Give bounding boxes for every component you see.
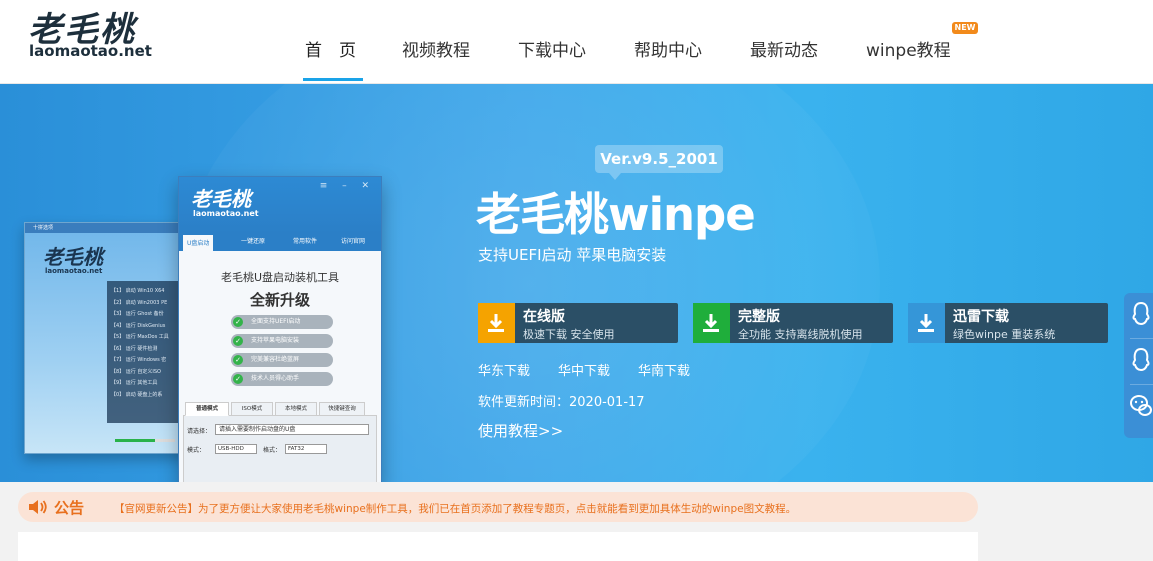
download-icon (478, 303, 515, 343)
nav-help-center[interactable]: 帮助中心 (634, 36, 702, 61)
boot-menu-screenshot: 十拼选项 老毛桃 laomaotao.net 【1】 启动 Win10 X64 … (24, 222, 195, 454)
product-window-logo-domain: laomaotao.net (193, 209, 259, 218)
mode-label: 模式： (187, 447, 206, 454)
content-area (18, 532, 978, 561)
feature-pill: ✓ 支持苹果电脑安装 (231, 334, 333, 348)
product-window-header: 老毛桃 laomaotao.net ≡ – ✕ (179, 177, 381, 233)
download-thunder-desc: 绿色winpe 重装系统 (953, 328, 1056, 341)
nav-active-indicator (303, 78, 363, 81)
usb-select: 请插入需要制作启动盘的U盘 (215, 424, 369, 435)
download-thunder-title: 迅雷下载 (953, 309, 1009, 325)
boot-progress-bar (115, 439, 175, 442)
nav-home[interactable]: 首 页 (305, 36, 356, 61)
product-tab: U盘启动 (183, 235, 214, 251)
qq-icon[interactable] (1130, 299, 1153, 339)
mirror-east-link[interactable]: 华东下载 (478, 360, 530, 379)
mode-tab: 普通模式 (185, 402, 229, 416)
product-window-logo: 老毛桃 (191, 187, 251, 211)
download-full-desc: 全功能 支持离线脱机使用 (738, 328, 863, 341)
check-icon: ✓ (233, 374, 243, 384)
select-label: 请选择： (187, 428, 212, 435)
boot-menu-logo: 老毛桃 (43, 245, 103, 269)
download-online-desc: 极速下载 安全使用 (523, 328, 615, 341)
check-icon: ✓ (233, 336, 243, 346)
nav-latest-news[interactable]: 最新动态 (750, 36, 818, 61)
speaker-icon (28, 499, 48, 519)
download-full-button[interactable]: 完整版 全功能 支持离线脱机使用 (693, 303, 893, 343)
feature-pill: ✓ 技术人员得心助手 (231, 372, 333, 386)
mode-select: USB-HDD (215, 444, 257, 454)
product-window-headline: 全新升级 (249, 291, 310, 309)
nav-winpe-tutorial[interactable]: winpe教程 (866, 36, 951, 61)
download-online-title: 在线版 (523, 309, 565, 325)
window-controls-icon: ≡ – ✕ (319, 181, 375, 191)
hero-subtitle: 支持UEFI启动 苹果电脑安装 (478, 246, 667, 264)
announcement-bar: 公告 【官网更新公告】为了更方便让大家使用老毛桃winpe制作工具，我们已在首页… (18, 492, 978, 522)
format-select: FAT32 (285, 444, 327, 454)
feature-pill: ✓ 完美兼容杜绝蓝屏 (231, 353, 333, 367)
product-screenshot: 老毛桃 laomaotao.net ≡ – ✕ U盘启动 一键还原 常用软件 访… (178, 176, 382, 482)
site-logo-domain[interactable]: laomaotao.net (29, 42, 152, 60)
boot-menu-logo-domain: laomaotao.net (45, 267, 103, 275)
mode-tab: ISO模式 (231, 402, 273, 416)
download-icon (693, 303, 730, 343)
top-bar: 老毛桃 laomaotao.net 首 页 视频教程 下载中心 帮助中心 最新动… (0, 0, 1153, 84)
announcement-title: 公告 (54, 499, 85, 517)
check-icon: ✓ (233, 317, 243, 327)
product-tab: 访问官网 (341, 238, 366, 245)
product-tab: 常用软件 (293, 238, 318, 245)
check-icon: ✓ (233, 355, 243, 365)
download-online-button[interactable]: 在线版 极速下载 安全使用 (478, 303, 678, 343)
mirror-central-link[interactable]: 华中下载 (558, 360, 610, 379)
mirror-south-link[interactable]: 华南下载 (638, 360, 690, 379)
tutorial-link[interactable]: 使用教程>> (478, 420, 563, 441)
hero-title: 老毛桃winpe (476, 188, 756, 241)
new-badge: NEW (952, 22, 978, 34)
wechat-icon[interactable] (1130, 391, 1153, 431)
format-label: 格式： (263, 447, 282, 454)
hero-banner: 十拼选项 老毛桃 laomaotao.net 【1】 启动 Win10 X64 … (0, 84, 1153, 482)
nav-video-tutorials[interactable]: 视频教程 (402, 36, 470, 61)
update-time: 软件更新时间：2020-01-17 (478, 395, 645, 410)
boot-menu-titlebar: 十拼选项 (25, 223, 193, 233)
nav-download-center[interactable]: 下载中心 (518, 36, 586, 61)
version-badge: Ver.v9.5_2001 (595, 145, 723, 180)
qq-icon[interactable] (1130, 345, 1153, 385)
mode-tab: 本地模式 (275, 402, 317, 416)
mode-tab: 快捷键查询 (319, 402, 365, 416)
side-toolbar (1124, 293, 1153, 438)
download-full-title: 完整版 (738, 309, 780, 325)
download-thunder-button[interactable]: 迅雷下载 绿色winpe 重装系统 (908, 303, 1108, 343)
product-tab: 一键还原 (241, 238, 266, 245)
product-window-tabs: U盘启动 一键还原 常用软件 访问官网 (179, 233, 381, 251)
announcement-message[interactable]: 【官网更新公告】为了更方便让大家使用老毛桃winpe制作工具，我们已在首页添加了… (114, 501, 796, 516)
feature-pill: ✓ 全面支持UEFI启动 (231, 315, 333, 329)
download-icon (908, 303, 945, 343)
product-window-title: 老毛桃U盘启动装机工具 (220, 271, 340, 284)
